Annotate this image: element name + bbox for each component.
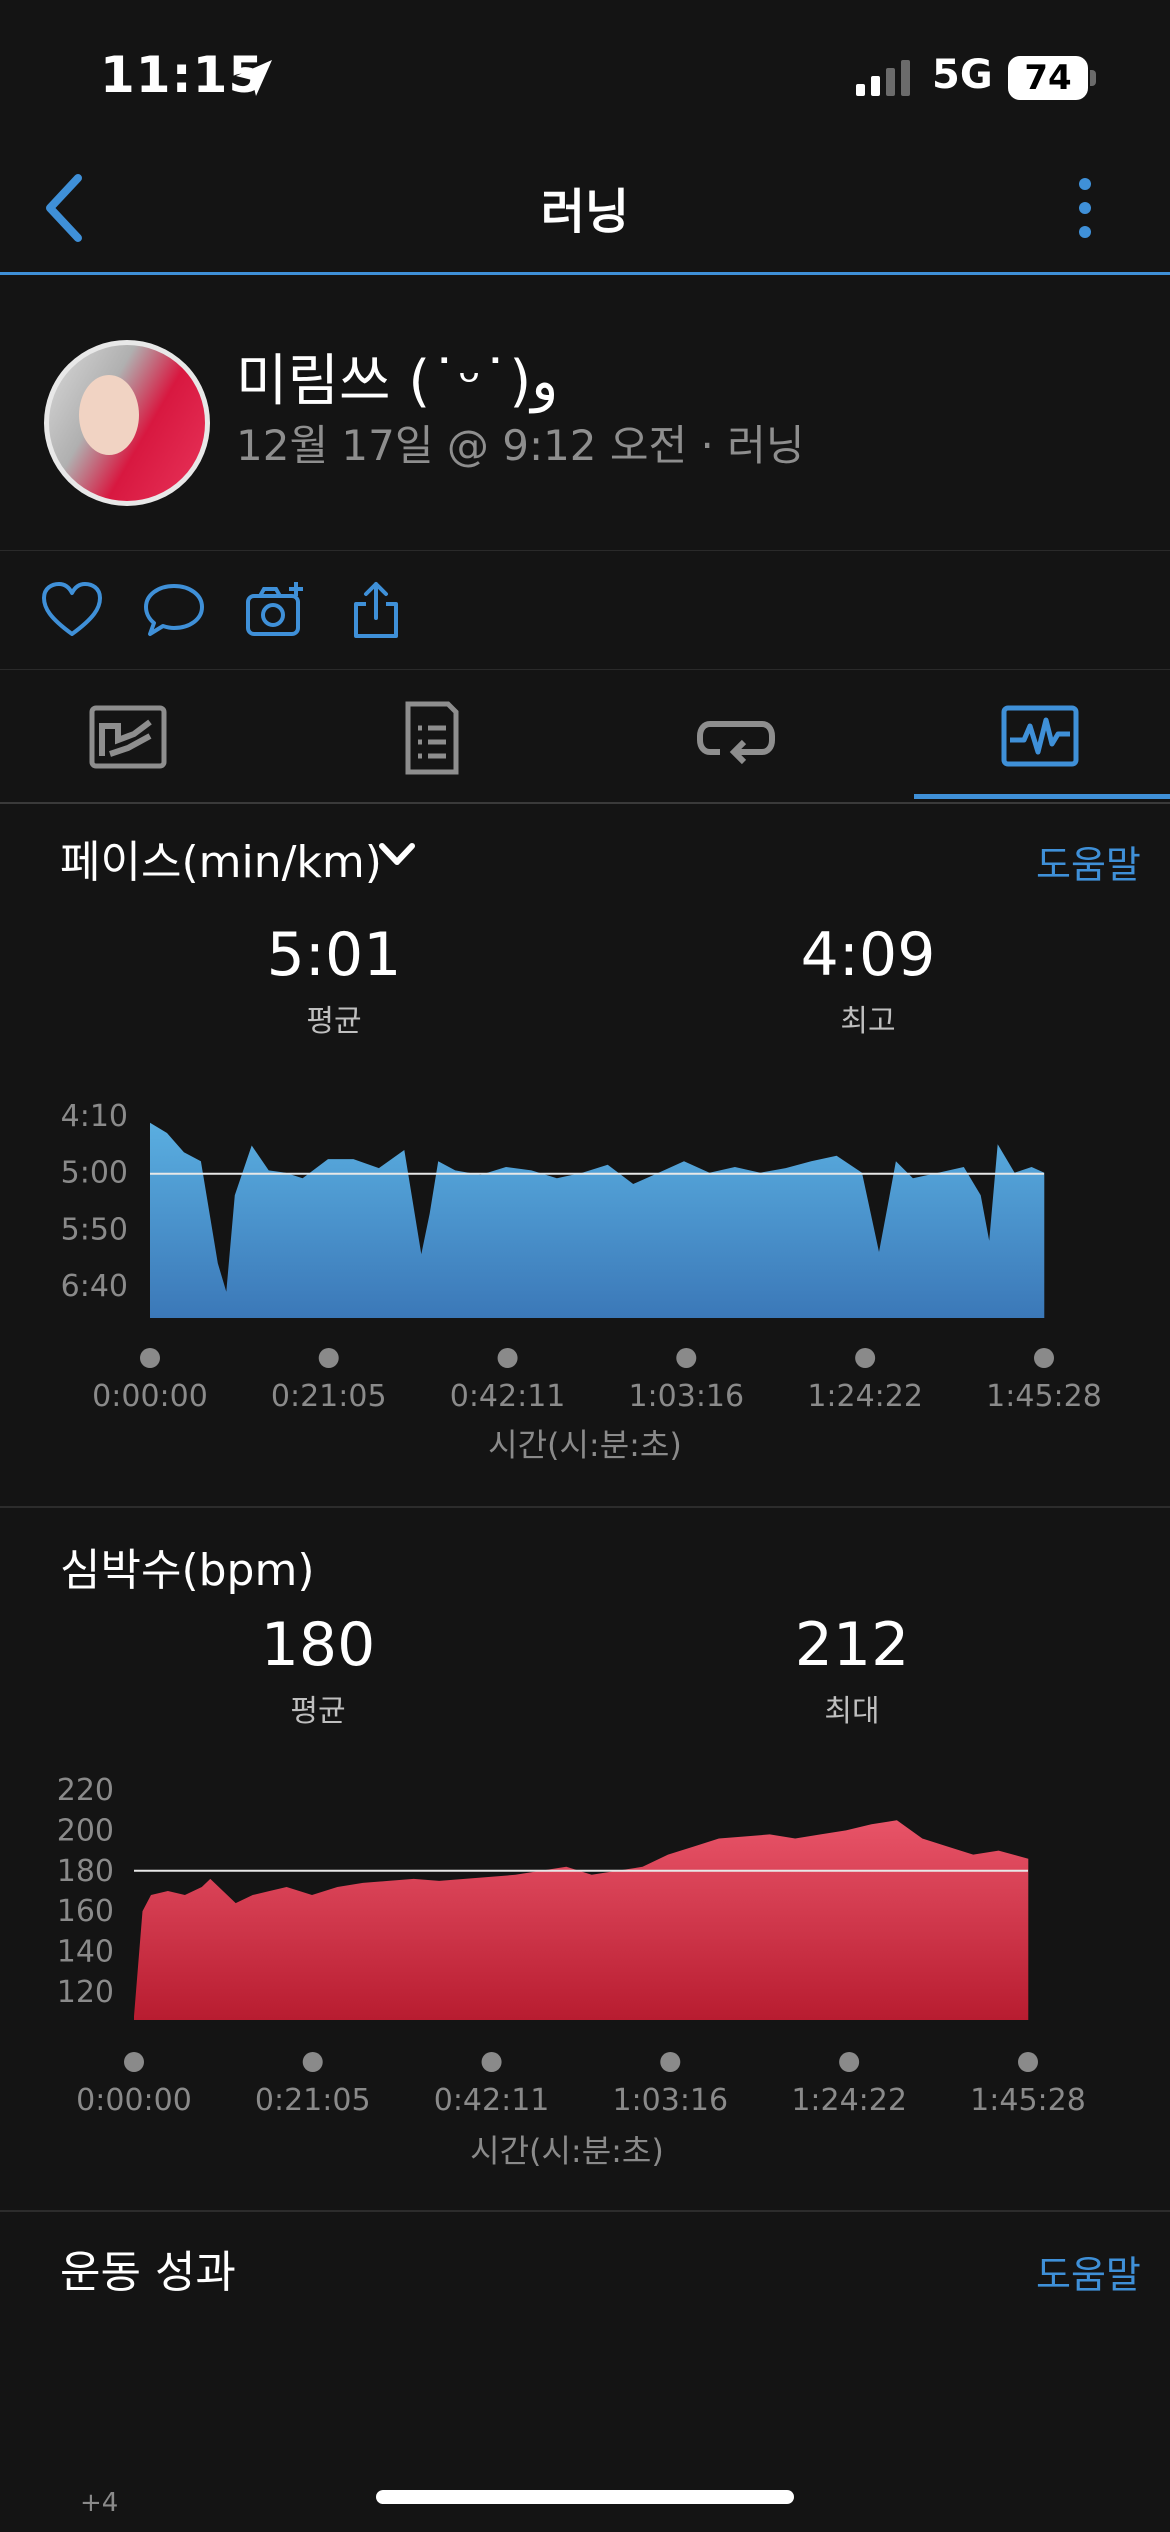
pace-y-tick: 6:40 [61,1269,128,1304]
activity-meta: 12월 17일 @ 9:12 오전 · 러닝 [236,421,805,470]
heart-rate-y-tick: 220 [57,1773,114,1808]
heart-rate-average-value: 180 [260,1610,376,1680]
pace-best-label: 최고 [840,1004,896,1039]
heart-rate-x-tick: 0:42:11 [434,2083,550,2118]
heart-rate-y-tick: 120 [57,1975,114,2010]
heart-rate-x-tick: 0:21:05 [255,2083,371,2118]
user-name[interactable]: 미림쓰 (˙ᵕ˙)و [236,336,558,417]
home-indicator[interactable] [376,2490,794,2504]
pace-chart[interactable]: 4:10 5:00 5:50 6:40 0:00:00 0:21:05 0:42:11 1:… [0,1080,1170,1450]
heart-rate-x-axis-label: 시간(시:분:초) [470,2132,664,2170]
more-options-icon[interactable] [1060,170,1110,250]
back-chevron-icon[interactable] [36,168,96,248]
pace-x-axis-label: 시간(시:분:초) [488,1426,682,1464]
camera-add-icon[interactable] [244,580,308,640]
heart-rate-x-tick: 0:00:00 [76,2083,192,2118]
heart-rate-x-tick-dot [302,2052,323,2072]
section-divider [0,2210,1170,2212]
pace-x-tick-dot [318,1348,339,1368]
pace-help-link[interactable]: 도움말 [1036,834,1141,889]
tab-details-icon[interactable] [392,700,472,776]
avatar-face [79,375,139,455]
performance-help-link[interactable]: 도움말 [1036,2244,1141,2299]
battery-icon: 74 [1008,56,1088,100]
heart-rate-x-tick-dot [839,2052,860,2072]
heart-rate-x-tick-dot [124,2052,144,2072]
page-title: 러닝 [540,184,630,240]
performance-y-tick: +4 [80,2488,119,2518]
chevron-down-icon[interactable] [376,840,418,870]
pace-y-tick: 4:10 [61,1099,128,1134]
heart-rate-chart[interactable]: 220 200 180 160 140 120 0:00:00 0:21:05 0:42:11… [0,1770,1170,2140]
heart-rate-y-tick: 160 [57,1894,114,1929]
pace-x-tick-dot [676,1348,697,1368]
heart-rate-x-tick: 1:45:28 [970,2083,1086,2118]
tab-map-icon[interactable] [88,700,168,776]
pace-y-tick: 5:50 [61,1212,128,1247]
heart-rate-x-tick: 1:03:16 [612,2083,728,2118]
signal-icon [856,60,910,96]
pace-x-tick: 0:21:05 [271,1379,387,1414]
heart-rate-x-tick: 1:24:22 [791,2083,907,2118]
comment-icon[interactable] [142,580,206,640]
pace-x-tick-dot [140,1348,160,1368]
heart-rate-max-value: 212 [794,1610,910,1680]
pace-x-tick: 0:00:00 [92,1379,208,1414]
pace-x-tick: 1:24:22 [807,1379,923,1414]
pace-area-series [150,1122,1045,1318]
network-type: 5G [932,52,993,98]
tab-bar [0,672,1170,804]
performance-title: 운동 성과 [60,2247,236,2298]
heart-rate-y-tick: 140 [57,1935,114,1970]
battery-tip [1090,70,1096,86]
heart-rate-x-tick-dot [660,2052,681,2072]
heart-rate-average-label: 평균 [290,1694,346,1729]
heart-rate-area-series [134,1820,1029,2020]
pace-x-tick: 1:45:28 [986,1379,1102,1414]
active-tab-indicator [914,794,1170,799]
location-arrow-icon [236,60,272,96]
pace-best-value: 4:09 [800,920,936,990]
pace-title[interactable]: 페이스(min/km) [60,826,382,890]
heart-rate-x-tick-dot [1018,2052,1038,2072]
pace-average-value: 5:01 [266,920,402,990]
heart-rate-x-tick-dot [481,2052,502,2072]
heart-rate-y-tick: 200 [57,1813,114,1848]
pace-x-tick-dot [1034,1348,1054,1368]
pace-x-tick-dot [855,1348,876,1368]
heart-icon[interactable] [40,580,104,640]
pace-x-tick: 0:42:11 [450,1379,566,1414]
share-icon[interactable] [344,580,408,640]
heart-rate-y-tick: 180 [57,1854,114,1889]
heart-rate-title: 심박수(bpm) [60,1545,315,1596]
heart-rate-max-label: 최대 [824,1694,880,1729]
pace-y-tick: 5:00 [61,1156,128,1191]
pace-x-tick-dot [497,1348,518,1368]
tab-laps-icon[interactable] [696,700,776,776]
section-divider [0,1506,1170,1508]
pace-average-label: 평균 [306,1004,362,1039]
pace-x-tick: 1:03:16 [628,1379,744,1414]
avatar[interactable] [44,340,210,506]
tab-charts-icon[interactable] [1000,700,1080,776]
